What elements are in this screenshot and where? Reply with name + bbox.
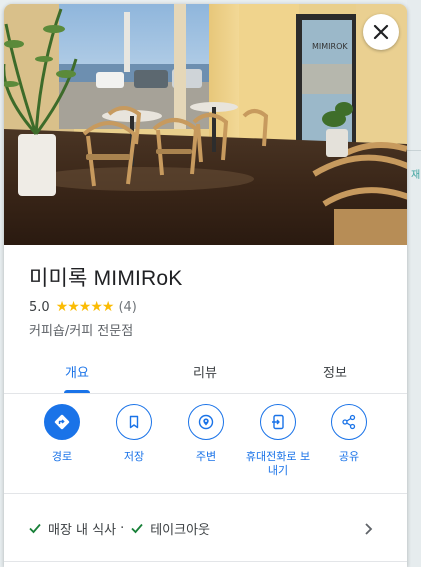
- nearby-button[interactable]: 주변: [170, 404, 242, 464]
- directions-circle[interactable]: [44, 404, 80, 440]
- check-icon: [28, 521, 42, 535]
- map-place-label: 재: [411, 170, 421, 181]
- share-icon: [342, 414, 356, 430]
- service-options: 매장 내 식사 · 테이크아웃: [28, 519, 210, 538]
- map-road: [407, 150, 421, 151]
- section-divider: [4, 493, 407, 494]
- check-icon: [130, 521, 144, 535]
- section-divider: [4, 561, 407, 562]
- send-to-phone-icon: [272, 414, 284, 430]
- directions-icon: [54, 414, 70, 430]
- tab-label: 리뷰: [193, 365, 217, 381]
- action-buttons: 경로 저장 주변 휴대전화로 보내기 공유: [4, 404, 407, 490]
- tab-overview[interactable]: 개요: [10, 349, 144, 393]
- map-background[interactable]: 재: [407, 0, 421, 567]
- close-icon: [373, 24, 389, 40]
- directions-label: 경로: [51, 450, 73, 463]
- tab-label: 개요: [65, 365, 89, 381]
- place-title: 미미록 MIMIRoK: [29, 267, 183, 290]
- directions-button[interactable]: 경로: [26, 404, 98, 464]
- nearby-label: 주변: [195, 450, 217, 463]
- close-button[interactable]: [363, 14, 399, 50]
- nearby-icon: [198, 414, 214, 430]
- save-label: 저장: [123, 450, 145, 463]
- send-to-phone-circle[interactable]: [260, 404, 296, 440]
- review-count[interactable]: (4): [118, 300, 136, 315]
- tab-label: 정보: [323, 365, 347, 381]
- service-separator: ·: [120, 520, 125, 536]
- bookmark-icon: [129, 415, 139, 429]
- rating-stars-icon: ★★★★★: [55, 299, 115, 315]
- active-tab-indicator: [64, 390, 90, 393]
- service-options-row[interactable]: 매장 내 식사 · 테이크아웃: [4, 510, 407, 546]
- door-sign-text: MIMIROK: [312, 42, 348, 51]
- share-label: 공유: [338, 450, 360, 463]
- save-button[interactable]: 저장: [98, 404, 170, 464]
- place-tabs: 개요 리뷰 정보: [4, 349, 407, 394]
- nearby-circle[interactable]: [188, 404, 224, 440]
- tab-reviews[interactable]: 리뷰: [138, 349, 272, 393]
- send-to-phone-button[interactable]: 휴대전화로 보내기: [242, 404, 314, 478]
- save-circle[interactable]: [116, 404, 152, 440]
- chevron-right-icon[interactable]: [362, 521, 374, 540]
- tab-about[interactable]: 정보: [268, 349, 402, 393]
- rating-value: 5.0: [29, 299, 50, 315]
- send-to-phone-label: 휴대전화로 보내기: [245, 450, 311, 477]
- place-category[interactable]: 커피숍/커피 전문점: [29, 320, 133, 339]
- rating-summary[interactable]: 5.0 ★★★★★ (4): [29, 297, 137, 317]
- place-details-panel: MIMIROK 미미록 MIMIRoK 5.0 ★★★★★ (4) 커피숍/커피…: [4, 4, 407, 567]
- share-button[interactable]: 공유: [313, 404, 385, 464]
- share-circle[interactable]: [331, 404, 367, 440]
- service-option-takeout: 테이크아웃: [150, 522, 211, 538]
- place-photo[interactable]: MIMIROK: [4, 4, 407, 245]
- cafe-interior-photo: MIMIROK: [4, 4, 407, 245]
- service-option-dine-in: 매장 내 식사: [48, 522, 117, 538]
